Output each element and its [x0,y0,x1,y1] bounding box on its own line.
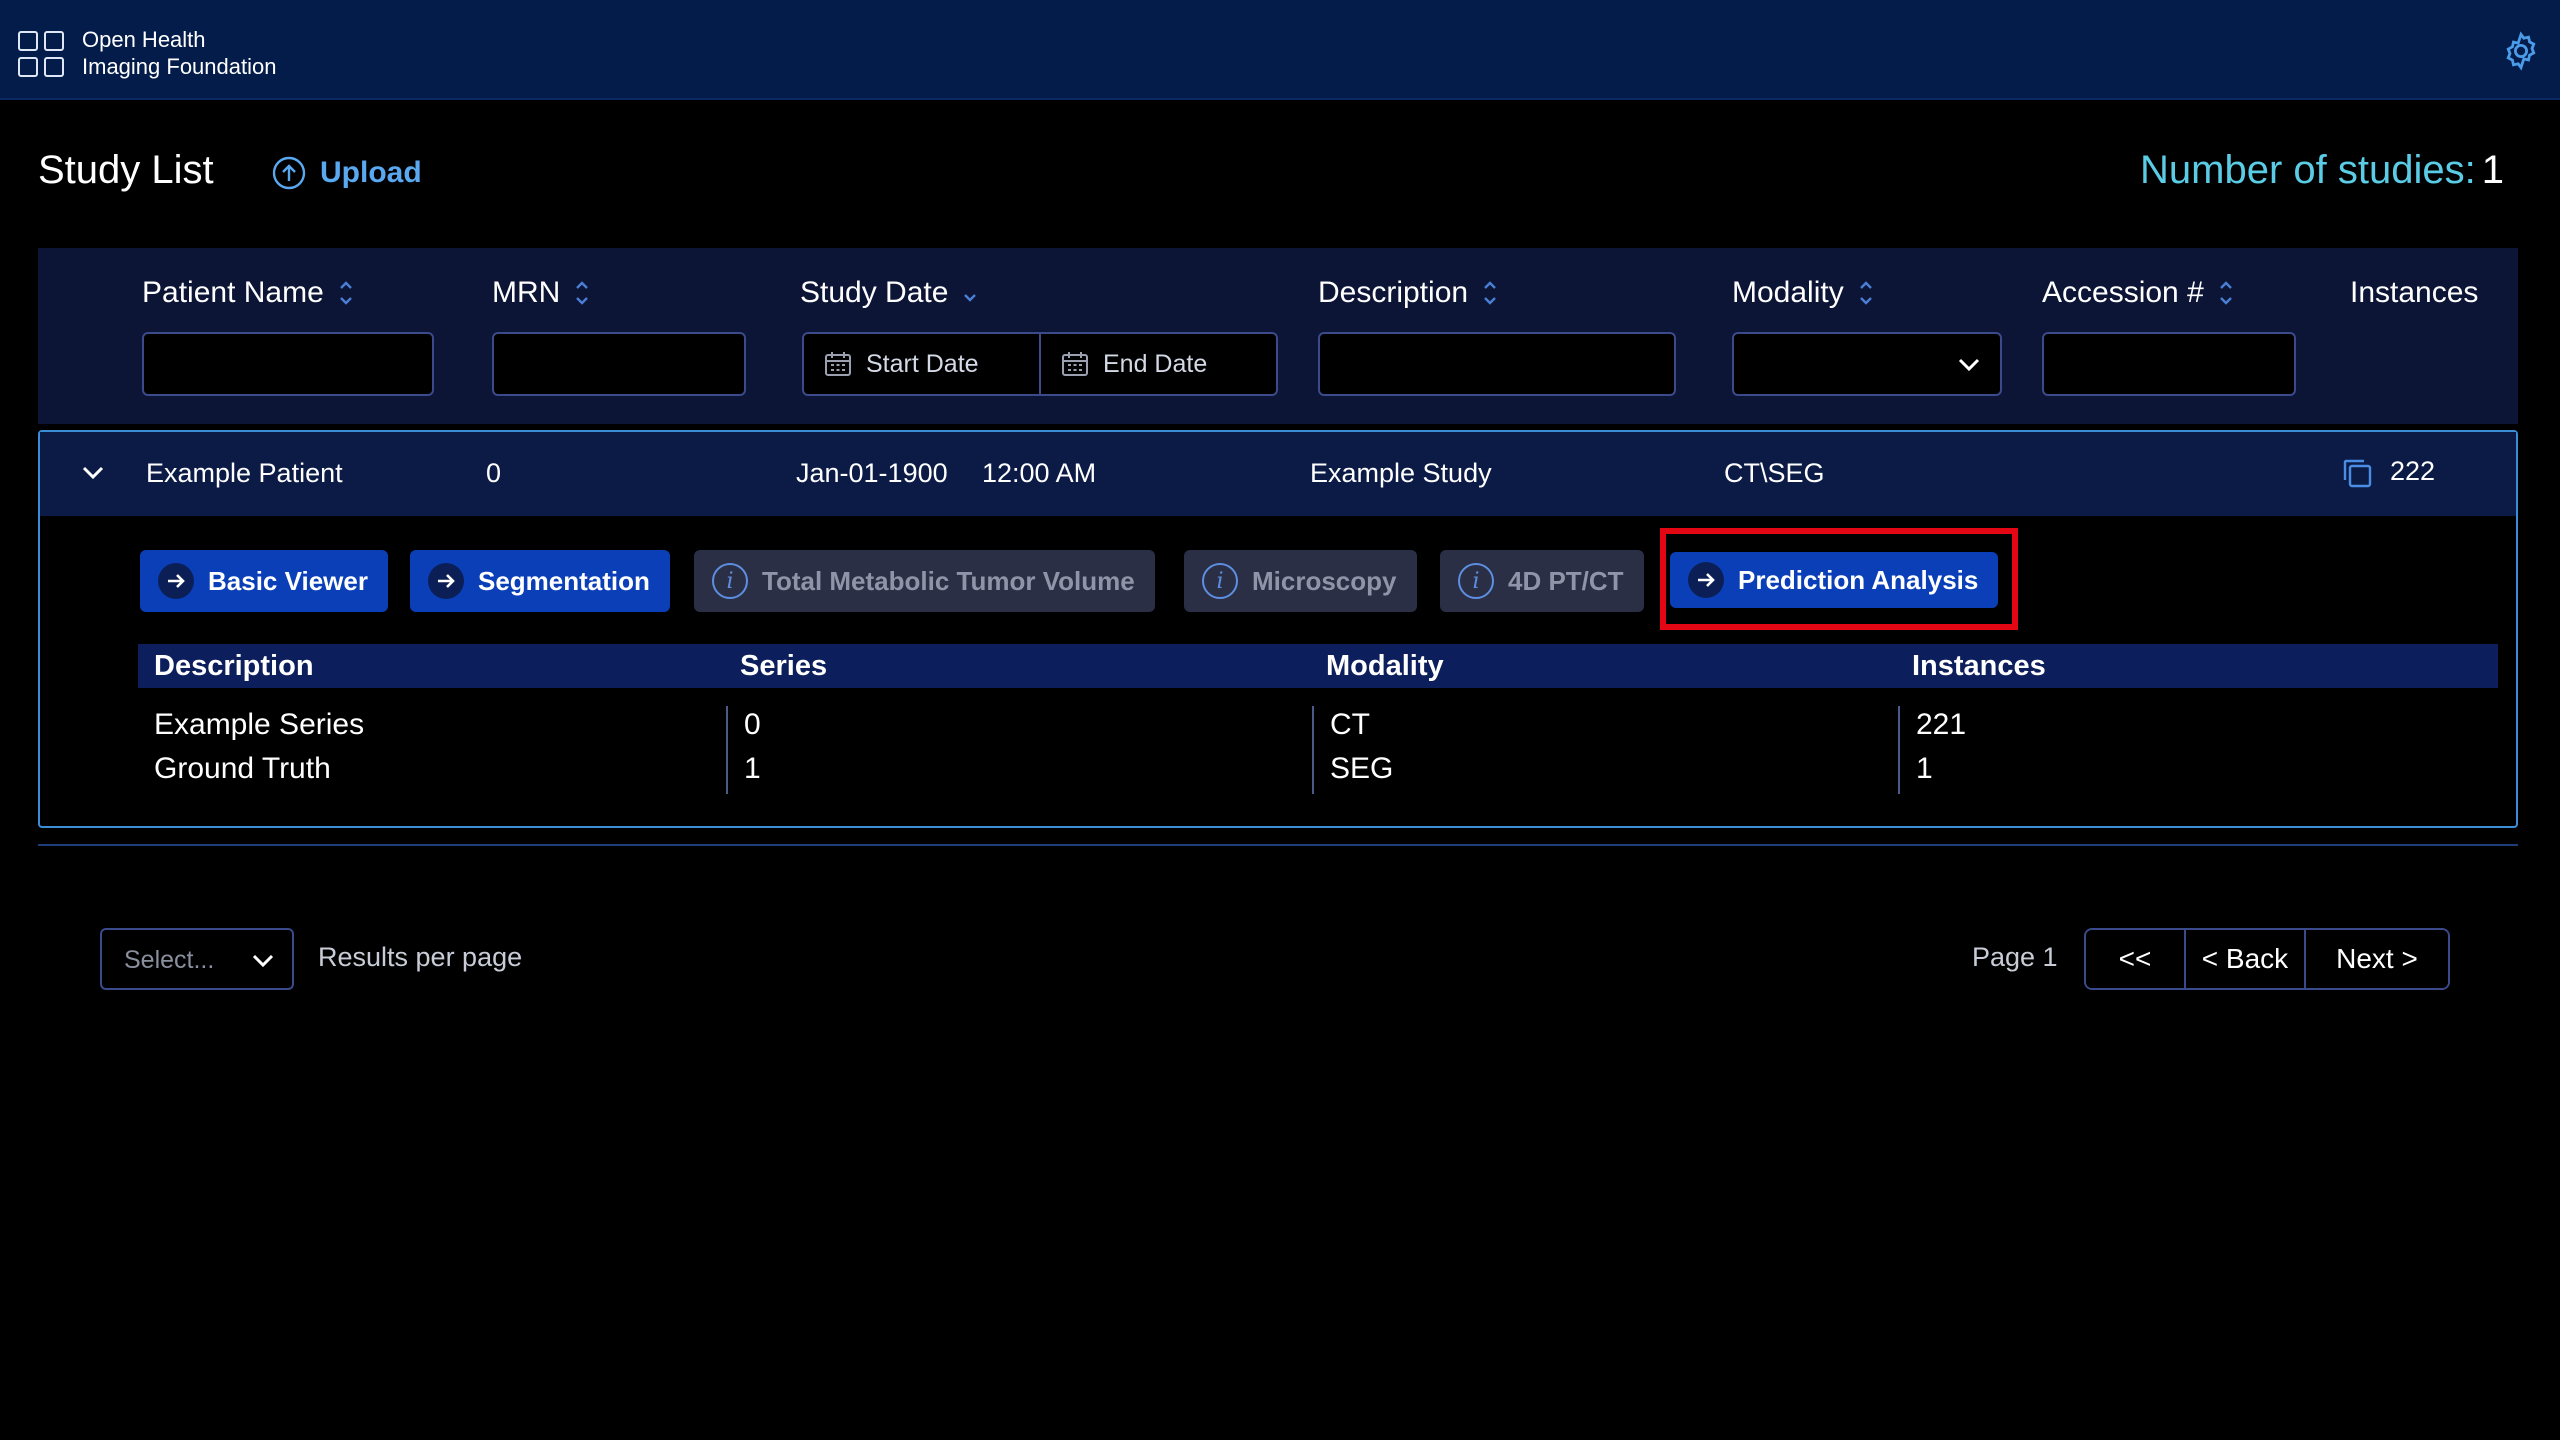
column-header-modality[interactable]: Modality [1732,276,1874,310]
first-page-button[interactable]: << [2086,930,2184,988]
series-modality: CT [1330,708,1370,741]
sort-icon [576,281,589,305]
series-description: Ground Truth [154,752,331,785]
calendar-icon [1062,352,1088,376]
column-header-accession[interactable]: Accession # [2042,276,2234,310]
sort-desc-icon [964,294,977,302]
study-description: Example Study [1310,458,1492,488]
prediction-analysis-button[interactable]: Prediction Analysis [1670,552,1999,608]
chevron-down-icon[interactable] [80,462,106,482]
page-title: Study List [38,148,214,192]
study-date: Jan-01-1900 [796,458,948,488]
series-instances: 1 [1916,752,1933,785]
sort-icon [339,281,352,305]
column-header-description[interactable]: Description [1318,276,1498,310]
results-per-page-select[interactable]: Select... [100,928,294,990]
patient-name-filter[interactable] [142,332,434,396]
page-indicator: Page 1 [1972,942,2058,972]
divider [726,706,728,794]
study-count-value: 1 [2481,148,2504,192]
ohif-logo[interactable]: Open Health Imaging Foundation [18,26,276,80]
study-date-range: Start Date End Date [802,332,1278,396]
sort-icon [1484,281,1496,305]
start-date-input[interactable]: Start Date [804,334,1039,394]
upload-icon [272,156,306,190]
info-icon: i [1202,563,1238,599]
modality-filter-select[interactable] [1732,332,2002,396]
top-bar: Open Health Imaging Foundation [0,0,2560,100]
study-row-expanded: Example Patient 0 Jan-01-1900 12:00 AM E… [38,430,2518,828]
column-header-study-date[interactable]: Study Date [800,276,978,310]
series-header-series: Series [740,650,828,682]
sort-icon [2219,281,2232,305]
basic-viewer-button[interactable]: Basic Viewer [140,550,388,612]
info-icon: i [1458,563,1494,599]
chevron-down-icon [252,954,274,968]
filter-header: Patient Name MRN Study Date Description … [38,248,2518,424]
instances-icon [2343,459,2372,488]
upload-label: Upload [320,156,422,189]
ohif-logo-icon [18,28,66,78]
chevron-down-icon [1958,358,1980,372]
arrow-right-icon [1688,562,1724,598]
column-header-patient-name[interactable]: Patient Name [142,276,354,310]
tmtv-button[interactable]: i Total Metabolic Tumor Volume [694,550,1155,612]
series-header-instances: Instances [1912,650,2046,682]
4d-pt-ct-button[interactable]: i 4D PT/CT [1440,550,1644,612]
arrow-right-icon [428,563,464,599]
study-mrn: 0 [486,458,502,488]
mrn-filter[interactable] [492,332,746,396]
study-row[interactable]: Example Patient 0 Jan-01-1900 12:00 AM E… [40,432,2516,516]
divider [1898,706,1900,794]
study-time: 12:00 AM [982,458,1097,488]
series-description: Example Series [154,708,365,741]
divider [1312,706,1314,794]
end-date-input[interactable]: End Date [1039,334,1276,394]
pagination-controls: << < Back Next > [2084,928,2450,990]
next-button[interactable]: Next > [2304,930,2448,988]
series-modality: SEG [1330,752,1394,785]
sort-icon [1859,281,1872,305]
gear-icon[interactable] [2500,30,2542,72]
series-number: 1 [744,752,761,785]
study-count: Number of studies: 1 [2140,148,2504,193]
upload-button[interactable]: Upload [272,156,422,190]
study-instances: 222 [2390,456,2436,486]
column-header-instances: Instances [2350,276,2479,309]
info-icon: i [712,563,748,599]
divider [38,844,2518,846]
series-header-modality: Modality [1326,650,1444,682]
series-instances: 221 [1916,708,1967,741]
column-header-mrn[interactable]: MRN [492,276,590,310]
study-count-label: Number of studies: [2140,148,2476,192]
study-modality: CT\SEG [1724,458,1825,488]
accession-filter[interactable] [2042,332,2296,396]
description-filter[interactable] [1318,332,1676,396]
calendar-icon [825,352,851,376]
series-header-description: Description [154,650,314,682]
brand-name: Open Health Imaging Foundation [82,27,277,79]
results-per-page-label: Results per page [318,942,523,972]
series-number: 0 [744,708,761,741]
back-button[interactable]: < Back [2184,930,2304,988]
series-table-header: Description Series Modality Instances [138,644,2498,688]
microscopy-button[interactable]: i Microscopy [1184,550,1417,612]
segmentation-button[interactable]: Segmentation [410,550,670,612]
arrow-right-icon [158,563,194,599]
study-patient-name: Example Patient [146,458,343,488]
